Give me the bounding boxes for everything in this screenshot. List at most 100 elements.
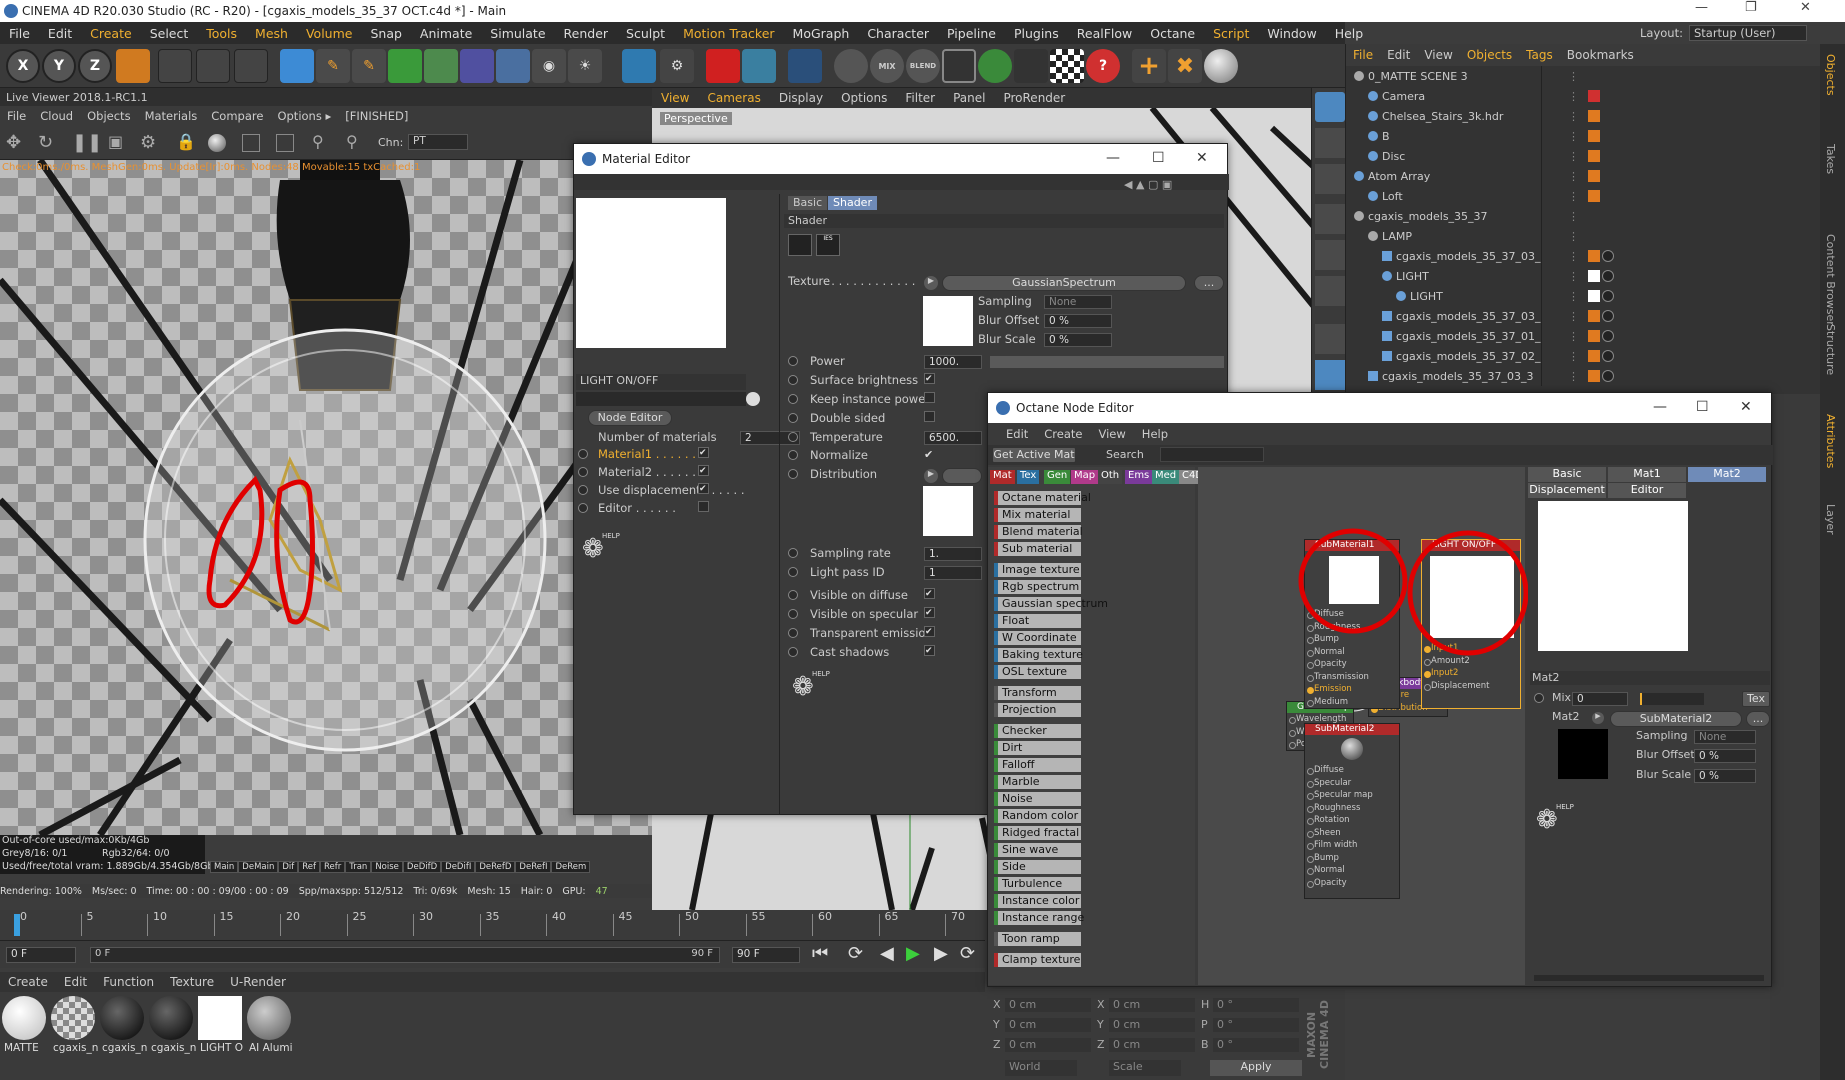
node-menu-view[interactable]: View [1091,427,1134,441]
objmgr-menu-view[interactable]: View [1417,48,1459,62]
menu-edit[interactable]: Edit [39,26,81,41]
palette-item-sine-wave[interactable]: Sine wave [994,843,1081,857]
texture-more-button[interactable]: ... [1194,275,1224,291]
param-visible-on-diffuse-checkbox[interactable]: ✔ [924,588,935,599]
object-flags[interactable] [1541,86,1587,106]
object-flags[interactable] [1541,146,1587,166]
palette-item-ridged-fractal[interactable]: Ridged fractal [994,826,1081,840]
material-tag-icon[interactable] [1588,250,1600,262]
objmgr-menu-tags[interactable]: Tags [1519,48,1560,62]
apply-button[interactable]: Apply [1210,1060,1302,1076]
octane-orbx-icon[interactable] [788,49,822,83]
material-swatch[interactable] [198,996,242,1040]
attr-tab-basic[interactable]: Basic [1528,467,1606,482]
field-icon[interactable] [460,49,494,83]
material-tag-icon[interactable] [1588,150,1600,162]
object-row[interactable]: Chelsea_Stairs_3k.hdr ⋮ [1346,106,1821,126]
param-material2-checkbox[interactable]: ✔ [698,465,709,476]
palette-item-float[interactable]: Float [994,614,1081,628]
world-select[interactable]: World [1005,1060,1077,1076]
x-axis-lock-icon[interactable]: X [6,49,40,83]
distribution-anim-toggle[interactable] [788,469,798,479]
octane-mix-icon[interactable]: MIX [870,49,904,83]
visibility-dots-icon[interactable]: ⋮ [1568,90,1579,103]
pass-tab-main[interactable]: Main [210,861,239,873]
light-pass-field[interactable]: 1 [924,566,982,580]
menu-create[interactable]: Create [81,26,141,41]
object-row[interactable]: LIGHT ⋮ [1346,266,1821,286]
playhead[interactable] [14,914,20,936]
material-tag-icon[interactable] [1588,290,1600,302]
palette-item-sub-material[interactable]: Sub material [994,542,1081,556]
palette-item-side[interactable]: Side [994,860,1081,874]
object-row[interactable]: Atom Array ⋮ [1346,166,1821,186]
sub2-pin-sheen[interactable]: Sheen [1305,827,1401,840]
material-menu-edit[interactable]: Edit [56,975,95,989]
octane-scatter-icon[interactable] [978,49,1012,83]
visibility-dots-icon[interactable]: ⋮ [1568,370,1579,383]
menu-volume[interactable]: Volume [297,26,362,41]
palette-item-noise[interactable]: Noise [994,792,1081,806]
emission-type-ies-icon[interactable]: IES [816,234,840,256]
sub2-pin-specular[interactable]: Specular [1305,777,1401,790]
octane-help-icon[interactable]: ? [1086,49,1120,83]
live-viewer-render[interactable]: Check:0ms./0ms. MeshGen:0ms. Update[Ir]:… [0,160,652,835]
param-anim-toggle[interactable] [788,413,798,423]
octane-render-icon[interactable] [706,49,740,83]
sub1-pin-diffuse[interactable]: Diffuse [1305,608,1401,621]
visibility-dots-icon[interactable]: ⋮ [1568,270,1579,283]
r-sampling-select[interactable]: None [1694,730,1756,744]
attr-tab-displacement[interactable]: Displacement [1528,483,1606,498]
object-row[interactable]: B ⋮ [1346,126,1821,146]
temperature-field[interactable]: 6500. [924,431,982,445]
edges-mode-icon[interactable] [1315,240,1345,270]
emission-type-blackbody-icon[interactable] [788,234,812,256]
blur-scale-field[interactable]: 0 % [1044,333,1112,347]
distribution-shader-button[interactable] [942,468,982,484]
lock-icon[interactable]: ▢ [1148,178,1158,191]
octane-object-icon[interactable] [1014,49,1048,83]
material-swatch[interactable] [149,996,193,1040]
sub2-pin-film-width[interactable]: Film width [1305,839,1401,852]
axis-mode-icon[interactable] [1315,324,1345,354]
pin-icon[interactable]: ⚲ [312,132,324,151]
sub1-pin-normal[interactable]: Normal [1305,646,1401,659]
object-row[interactable]: cgaxis_models_35_37_03_ ⋮ [1346,246,1821,266]
pass-tab-dedifi[interactable]: DeDifI [441,861,476,873]
scale-select[interactable]: Scale [1109,1060,1181,1076]
object-flags[interactable] [1541,266,1587,286]
object-flags[interactable] [1541,226,1587,246]
mat2-material-button[interactable]: SubMaterial2 [1610,711,1742,727]
lv-menu-options[interactable]: Options ▸ [270,109,338,123]
lv-menu-materials[interactable]: Materials [138,109,205,123]
sub1-pin-roughness[interactable]: Roughness [1305,621,1401,634]
power-slider[interactable] [990,356,1224,368]
maximize-icon[interactable]: ☐ [1696,399,1709,415]
lv-menu-cloud[interactable]: Cloud [33,109,80,123]
palette-item-falloff[interactable]: Falloff [994,758,1081,772]
object-flags[interactable] [1541,286,1587,306]
search-input[interactable] [1160,447,1264,462]
param-anim-toggle[interactable] [788,628,798,638]
palette-item-rgb-spectrum[interactable]: Rgb spectrum [994,580,1081,594]
side-tab-takes[interactable]: Takes [1824,144,1837,174]
octane-settings-icon[interactable]: ⚙ [660,49,694,83]
y-axis-lock-icon[interactable]: Y [42,49,76,83]
palette-item-octane-material[interactable]: Octane material [994,491,1091,505]
palette-item-dirt[interactable]: Dirt [994,741,1081,755]
param-anim-toggle[interactable] [788,590,798,600]
visibility-dots-icon[interactable]: ⋮ [1568,350,1579,363]
material-tag-icon[interactable] [1588,350,1600,362]
texture-shader-button[interactable]: GaussianSpectrum [942,275,1186,291]
param-cast-shadows-checkbox[interactable]: ✔ [924,645,935,656]
node-menu-create[interactable]: Create [1036,427,1090,441]
temperature-anim-toggle[interactable] [788,432,798,442]
coord-field[interactable]: 0 cm [1005,1018,1091,1032]
menu-select[interactable]: Select [141,26,198,41]
octane-live-viewer-icon[interactable] [622,49,656,83]
chn-select[interactable]: PT [408,134,468,150]
material-tag-icon-2[interactable] [1602,350,1614,362]
snap-icon[interactable] [1315,360,1345,390]
attr-scrollbar[interactable] [1534,975,1764,981]
material-tag-icon[interactable] [1588,110,1600,122]
